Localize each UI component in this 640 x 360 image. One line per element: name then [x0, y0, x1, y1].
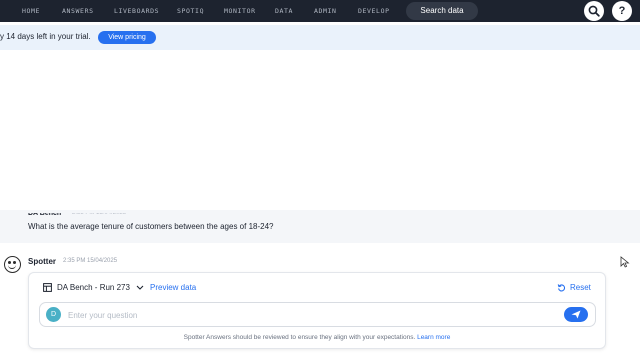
avatar-mouth [8, 265, 16, 269]
help-button[interactable]: ? [612, 1, 632, 21]
nav-item-admin[interactable]: ADMIN [314, 0, 337, 22]
reset-button[interactable]: Reset [570, 283, 591, 292]
avatar-eye-left [8, 261, 11, 264]
question-input-box: D [39, 302, 596, 327]
learn-more-link[interactable]: Learn more [417, 334, 450, 341]
nav-item-answers[interactable]: ANSWERS [62, 0, 94, 22]
preview-data-link[interactable]: Preview data [150, 283, 196, 292]
search-icon [588, 5, 600, 17]
nav-item-home[interactable]: HOME [22, 0, 40, 22]
nav-item-data[interactable]: DATA [275, 0, 293, 22]
question-input[interactable] [68, 309, 528, 321]
chevron-down-icon[interactable] [136, 284, 144, 291]
send-button[interactable] [564, 307, 588, 322]
bot-message-time: 2:35 PM 15/04/2025 [63, 258, 118, 264]
search-data-button[interactable]: Search data [406, 2, 478, 20]
nav-item-develop[interactable]: DEVELOP [358, 0, 390, 22]
disclaimer-message: Spotter Answers should be reviewed to en… [183, 334, 416, 341]
nav-item-monitor[interactable]: MONITOR [224, 0, 256, 22]
trial-banner: y 14 days left in your trial. View prici… [0, 25, 640, 50]
send-icon [571, 310, 581, 319]
view-pricing-button[interactable]: View pricing [98, 31, 156, 44]
datasource-selector[interactable]: DA Bench - Run 273 [57, 283, 130, 292]
search-icon-button[interactable] [584, 1, 604, 21]
disclaimer-text: Spotter Answers should be reviewed to en… [29, 334, 605, 341]
user-message-author: DA Bench [28, 210, 62, 217]
nav-item-spotiq[interactable]: SPOTIQ [177, 0, 204, 22]
top-navigation-bar: HOME ANSWERS LIVEBOARDS SPOTIQ MONITOR D… [0, 0, 640, 22]
spotter-composer-card: DA Bench - Run 273 Preview data Reset D … [28, 272, 606, 349]
mouse-cursor-icon [620, 256, 630, 268]
trial-message: y 14 days left in your trial. [0, 32, 91, 41]
avatar-eye-right [13, 261, 16, 264]
nav-item-liveboards[interactable]: LIVEBOARDS [114, 0, 159, 22]
reset-icon[interactable] [557, 283, 566, 292]
user-message: DA Bench 2:35 PM 15/04/2025 What is the … [0, 210, 640, 243]
user-message-text: What is the average tenure of customers … [28, 222, 274, 231]
bot-message-author: Spotter [28, 257, 56, 266]
user-message-time: 2:35 PM 15/04/2025 [72, 210, 127, 216]
table-icon [43, 283, 52, 292]
user-avatar: D [46, 307, 61, 322]
spotter-avatar-icon [4, 256, 21, 273]
